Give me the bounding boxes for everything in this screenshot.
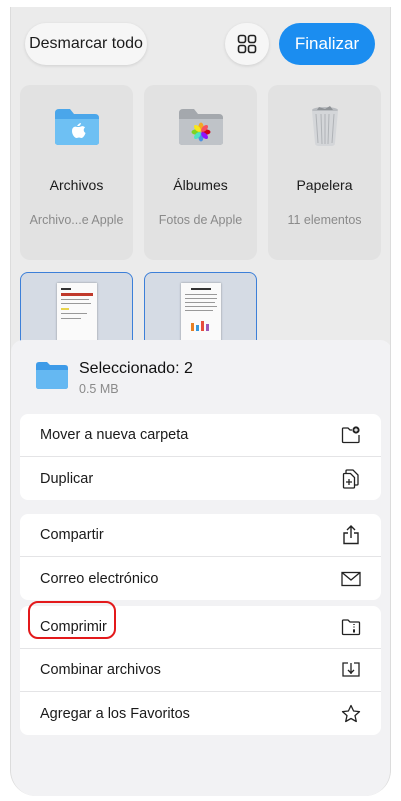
photos-folder-icon: [177, 105, 225, 147]
action-group-file: Comprimir Combinar archivos Agregar a lo…: [20, 606, 381, 735]
grid-view-button[interactable]: [225, 23, 269, 65]
trash-icon: [301, 105, 349, 147]
star-icon: [341, 704, 361, 724]
merge-files-item[interactable]: Combinar archivos: [20, 649, 381, 692]
document-thumbnail: [180, 283, 221, 343]
action-group-share: Compartir Correo electrónico: [20, 514, 381, 600]
selection-size: 0.5 MB: [79, 382, 119, 396]
selection-folder-icon: [35, 360, 69, 390]
screen: Desmarcar todo Finalizar Archivos Archiv…: [10, 7, 391, 796]
folder-name: Álbumes: [173, 177, 228, 193]
menu-item-label: Compartir: [40, 527, 104, 543]
add-to-favorites-item[interactable]: Agregar a los Favoritos: [20, 692, 381, 735]
compress-item[interactable]: Comprimir: [20, 606, 381, 649]
deselect-all-button[interactable]: Desmarcar todo: [25, 23, 147, 65]
folder-tile-files[interactable]: Archivos Archivo...e Apple: [20, 85, 133, 260]
email-item[interactable]: Correo electrónico: [20, 557, 381, 600]
grid-icon: [237, 34, 257, 54]
folder-tile-albums[interactable]: Álbumes Fotos de Apple: [144, 85, 257, 260]
menu-item-label: Correo electrónico: [40, 570, 159, 587]
action-group-organize: Mover a nueva carpeta Duplicar: [20, 414, 381, 500]
folder-name: Papelera: [296, 177, 353, 193]
move-to-new-folder-item[interactable]: Mover a nueva carpeta: [20, 414, 381, 457]
apple-files-folder-icon: [53, 105, 101, 147]
folder-subtitle: Archivo...e Apple: [29, 213, 124, 227]
menu-item-label: Mover a nueva carpeta: [40, 427, 189, 443]
mail-icon: [341, 569, 361, 589]
merge-icon: [341, 660, 361, 680]
action-sheet: Seleccionado: 2 0.5 MB Mover a nueva car…: [11, 340, 390, 796]
selection-title: Seleccionado: 2: [79, 360, 193, 377]
folder-subtitle: 11 elementos: [287, 213, 362, 227]
menu-item-label: Duplicar: [40, 470, 94, 487]
share-icon: [341, 525, 361, 545]
folder-subtitle: Fotos de Apple: [158, 213, 243, 227]
share-item[interactable]: Compartir: [20, 514, 381, 557]
menu-item-label: Comprimir: [40, 619, 107, 635]
finish-button[interactable]: Finalizar: [279, 23, 375, 65]
menu-item-label: Combinar archivos: [40, 662, 161, 678]
folder-tile-trash[interactable]: Papelera 11 elementos: [268, 85, 381, 260]
duplicate-item[interactable]: Duplicar: [20, 457, 381, 500]
menu-item-label: Agregar a los Favoritos: [40, 705, 190, 722]
folder-name: Archivos: [49, 177, 104, 193]
duplicate-icon: [341, 468, 361, 489]
folder-plus-icon: [341, 425, 361, 445]
zip-folder-icon: [341, 617, 361, 637]
document-thumbnail: [56, 283, 97, 343]
